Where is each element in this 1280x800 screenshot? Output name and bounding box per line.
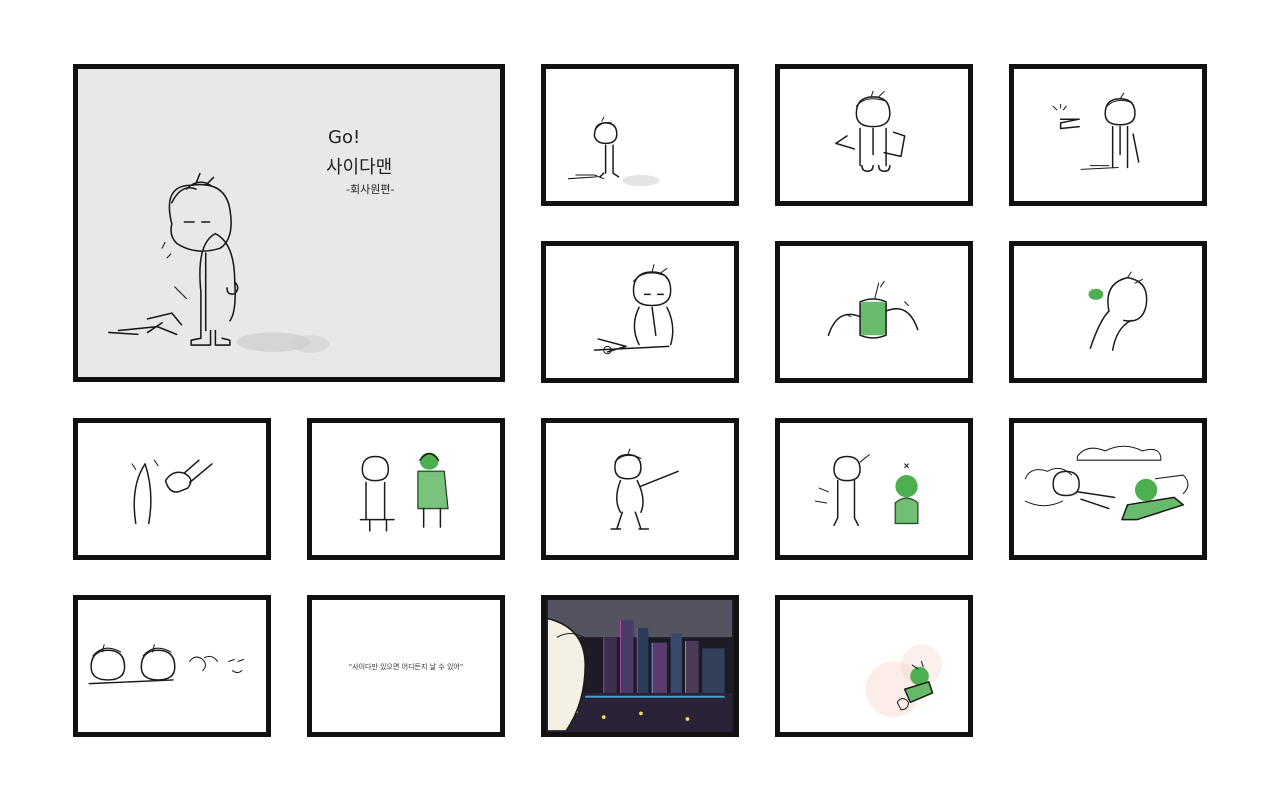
panel-2[interactable] [541, 64, 739, 206]
panel-6[interactable] [775, 241, 973, 383]
worker-at-desk-drawing [593, 264, 674, 355]
panel-cover[interactable]: Go! 사이다맨 -회사원편- [73, 64, 505, 382]
face-sequence-drawing [88, 644, 245, 685]
panel-11[interactable] [775, 418, 973, 560]
panel-16[interactable] [775, 595, 973, 737]
worker-holding-papers-drawing [835, 90, 906, 172]
worker-pointing-drawing [610, 448, 679, 530]
hands-holding-soda-can-drawing [827, 280, 919, 339]
hand-closeup-drawing [131, 459, 213, 525]
panel-4[interactable] [1009, 64, 1207, 206]
office-worker-standing-drawing [108, 172, 330, 353]
panel-15[interactable] [541, 595, 739, 737]
panel-caption-text: "사이다만 있으면 어디든지 날 수 있어" [348, 663, 464, 671]
panel-10[interactable] [541, 418, 739, 560]
worker-and-hero-drawing [359, 452, 449, 532]
worker-small-standing-drawing [567, 116, 660, 187]
worker-and-green-hero-drawing [814, 454, 919, 526]
panel-8[interactable] [73, 418, 271, 560]
flying-together-drawing [1024, 445, 1189, 521]
panel-12[interactable] [1009, 418, 1207, 560]
panel-9[interactable] [307, 418, 505, 560]
hero-flying-away-drawing [865, 644, 942, 718]
worker-drinking-soda-drawing [1088, 271, 1148, 351]
panel-7[interactable] [1009, 241, 1207, 383]
worker-pointed-at-drawing [1052, 92, 1140, 170]
panel-13[interactable] [73, 595, 271, 737]
city-night-skyline-image [547, 600, 733, 732]
panel-5[interactable] [541, 241, 739, 383]
panel-3[interactable] [775, 64, 973, 206]
panel-14[interactable]: "사이다만 있으면 어디든지 날 수 있어" [307, 595, 505, 737]
